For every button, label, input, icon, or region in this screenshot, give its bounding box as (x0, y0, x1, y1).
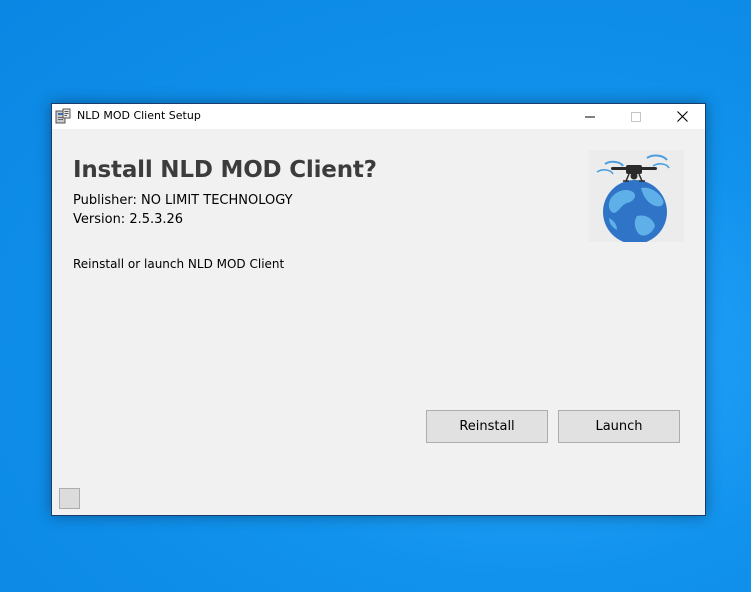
close-icon (676, 111, 688, 122)
window-title: NLD MOD Client Setup (77, 109, 201, 122)
instruction-text: Reinstall or launch NLD MOD Client (73, 257, 285, 271)
drone-globe-logo (589, 150, 684, 244)
maximize-button[interactable] (613, 104, 659, 129)
version-label: Version: 2.5.3.26 (73, 212, 184, 227)
maximize-icon (631, 111, 641, 122)
installer-icon (55, 108, 71, 124)
launch-button[interactable]: Launch (558, 410, 680, 443)
publisher-label: Publisher: NO LIMIT TECHNOLOGY (73, 193, 293, 208)
setup-window: NLD MOD Client Setup Install NLD MOD Cli… (51, 103, 706, 516)
status-box (59, 488, 80, 509)
close-button[interactable] (659, 104, 705, 129)
minimize-button[interactable] (567, 104, 613, 129)
reinstall-button[interactable]: Reinstall (426, 410, 548, 443)
page-title: Install NLD MOD Client? (73, 157, 377, 183)
title-bar[interactable]: NLD MOD Client Setup (52, 104, 705, 129)
minimize-icon (585, 112, 595, 122)
